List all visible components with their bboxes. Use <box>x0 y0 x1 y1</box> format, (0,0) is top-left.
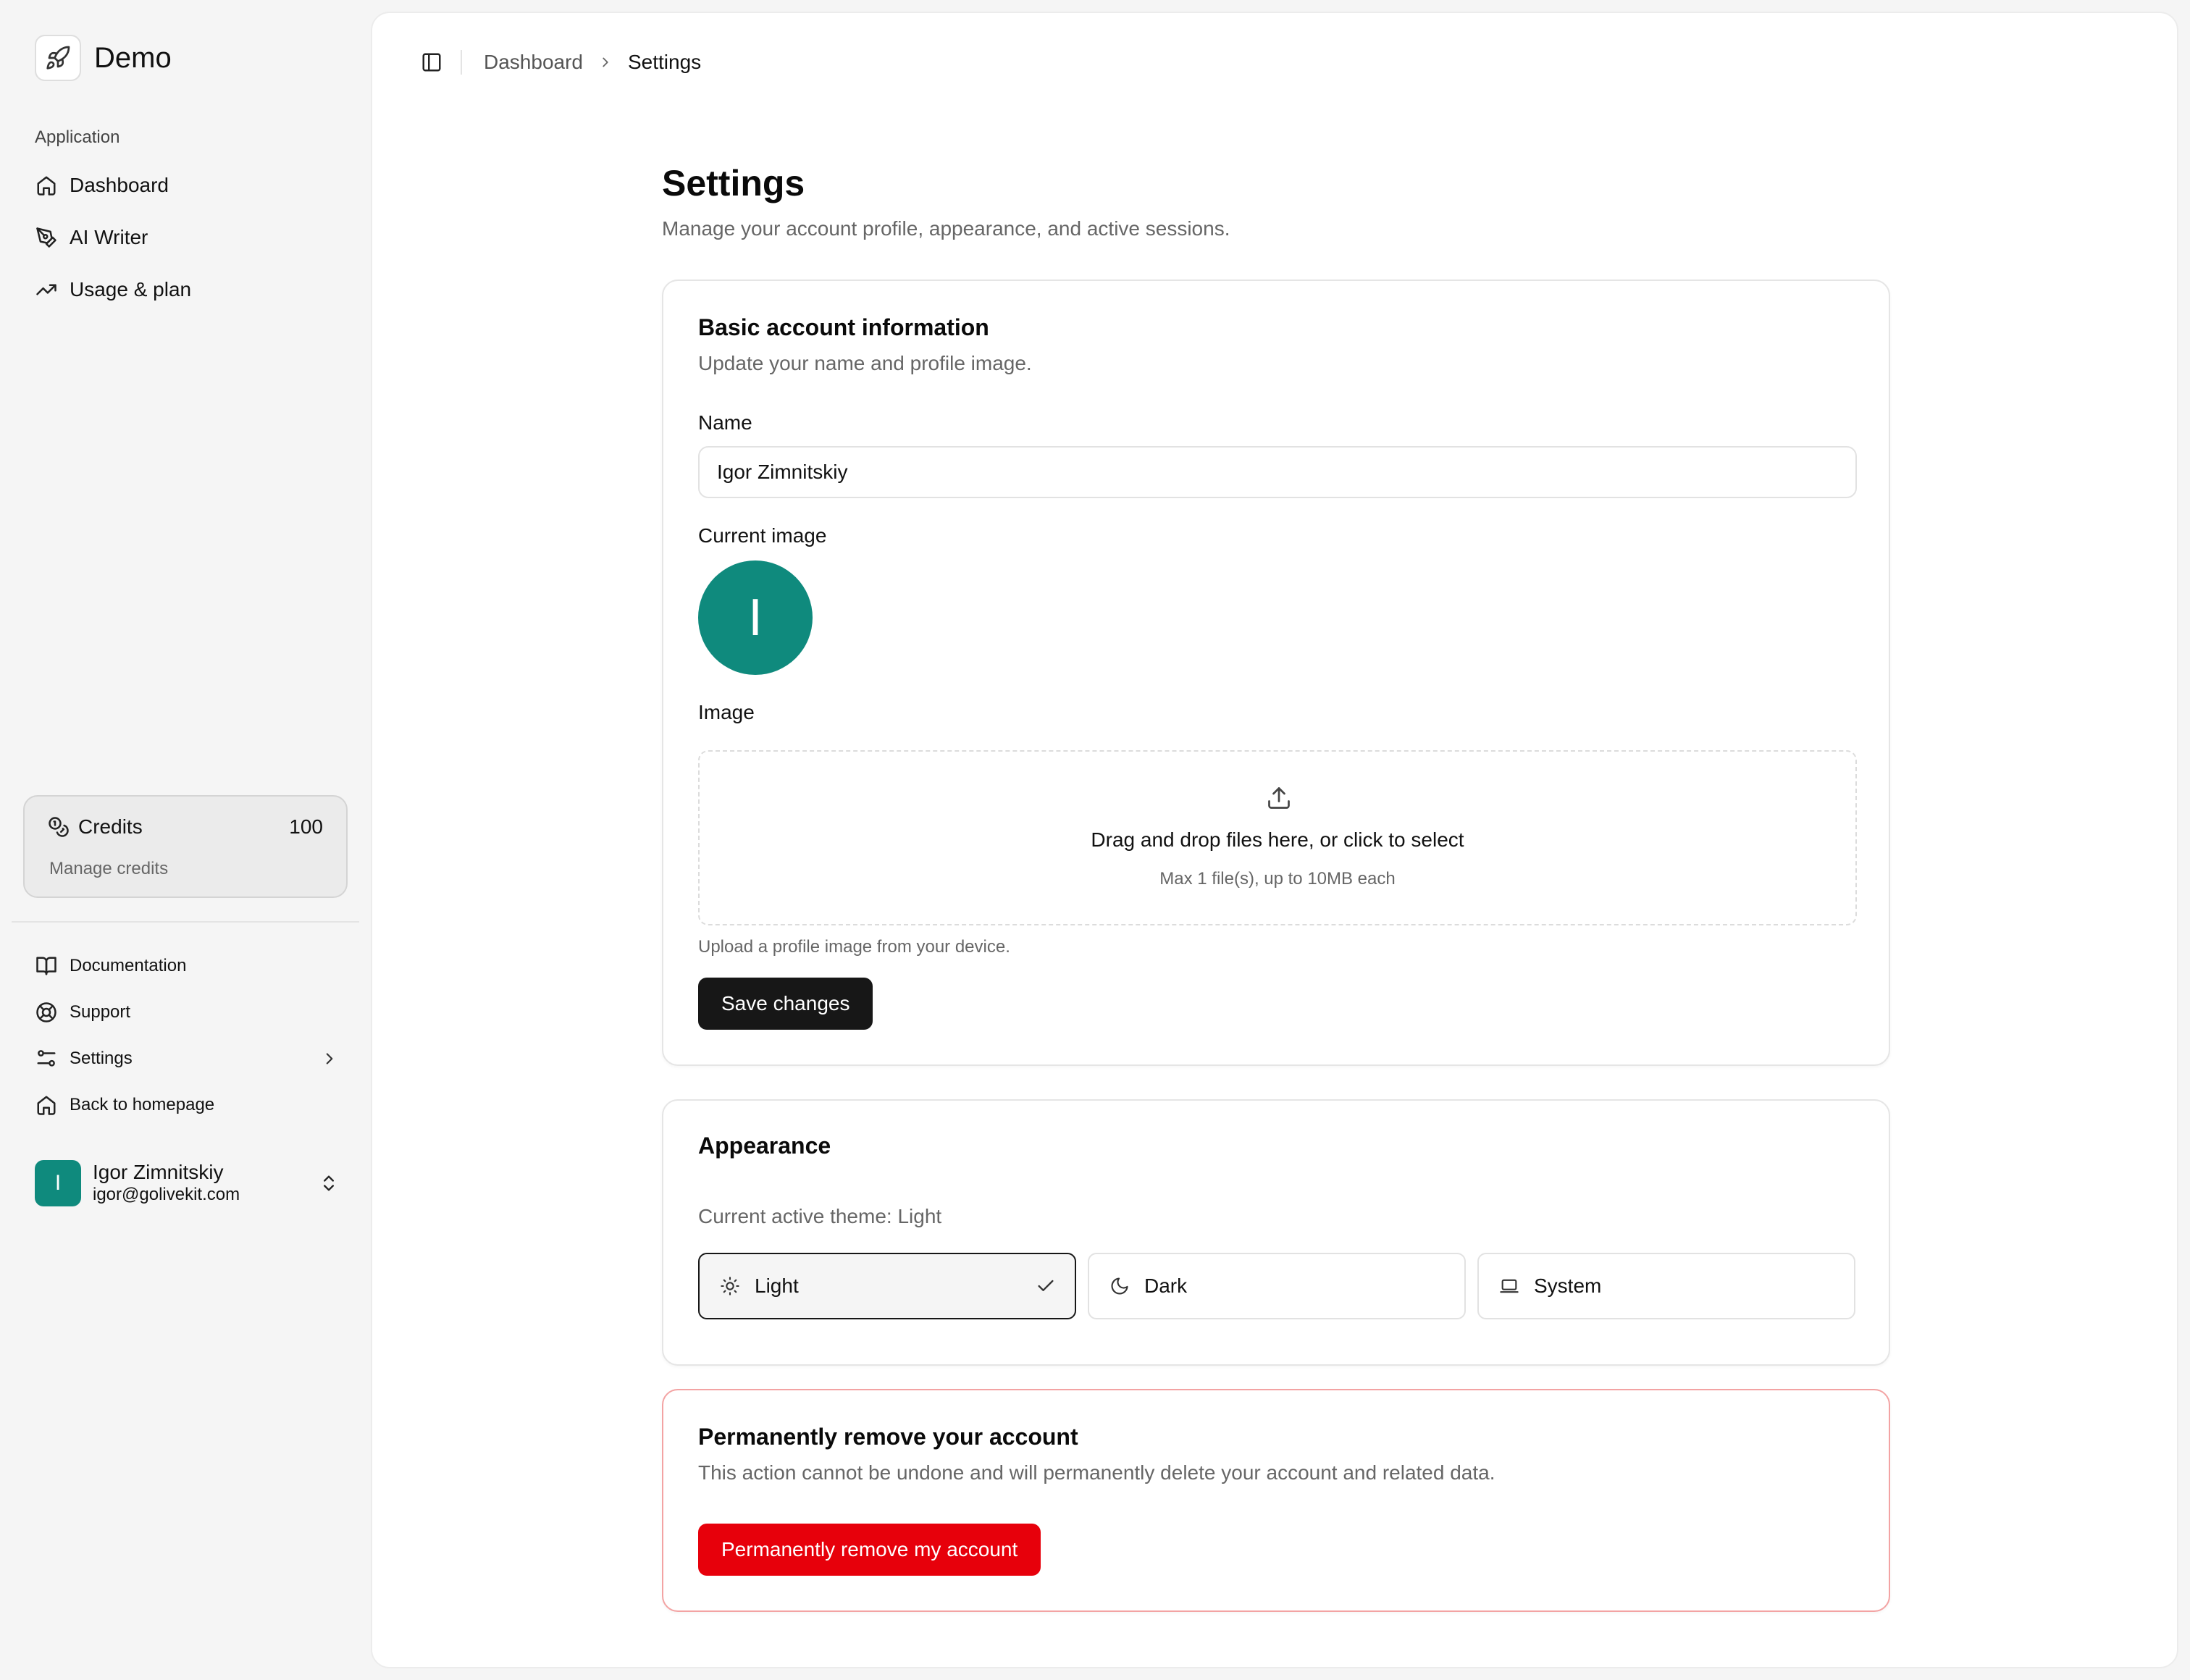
breadcrumb-current: Settings <box>627 51 702 73</box>
breadcrumb: Dashboard Settings <box>484 51 701 74</box>
book-icon <box>35 954 58 978</box>
credits-card[interactable]: Credits 100 Manage credits <box>23 795 348 898</box>
user-name: Igor Zimnitskiy <box>93 1161 224 1184</box>
theme-option-dark[interactable]: Dark <box>1088 1253 1466 1319</box>
settings-sliders-icon <box>35 1047 58 1070</box>
sidebar-item-label: Dashboard <box>70 174 169 196</box>
card-description: This action cannot be undone and will pe… <box>698 1461 1495 1484</box>
appearance-card: Appearance Current active theme: Light L… <box>662 1099 1890 1366</box>
life-buoy-icon <box>35 1001 58 1024</box>
delete-account-button[interactable]: Permanently remove my account <box>698 1524 1041 1576</box>
dropzone-subtext: Max 1 file(s), up to 10MB each <box>1159 869 1396 889</box>
sidebar-item-settings[interactable]: Settings <box>35 1044 339 1073</box>
sidebar-item-documentation[interactable]: Documentation <box>35 952 339 980</box>
theme-option-light[interactable]: Light <box>698 1253 1076 1319</box>
sidebar-item-label: Settings <box>70 1049 133 1068</box>
chevron-right-icon <box>320 1049 339 1068</box>
credits-count: 100 <box>289 815 323 838</box>
page-title: Settings <box>662 163 805 203</box>
sun-icon <box>718 1274 742 1298</box>
credits-label: Credits <box>78 815 143 838</box>
sidebar-toggle-icon[interactable] <box>419 49 445 75</box>
sidebar-item-dashboard[interactable]: Dashboard <box>35 168 169 203</box>
check-icon <box>1036 1276 1056 1296</box>
theme-option-system[interactable]: System <box>1477 1253 1855 1319</box>
sidebar-divider <box>12 921 359 923</box>
chevrons-up-down-icon <box>319 1173 339 1193</box>
name-label: Name <box>698 411 752 434</box>
pen-icon <box>35 226 58 249</box>
theme-option-label: Light <box>755 1274 799 1297</box>
card-title: Appearance <box>698 1133 831 1159</box>
sidebar-item-ai-writer[interactable]: AI Writer <box>35 220 148 255</box>
laptop-icon <box>1498 1274 1521 1298</box>
upload-icon <box>1266 785 1292 811</box>
dropzone-text: Drag and drop files here, or click to se… <box>1091 828 1464 851</box>
delete-account-card: Permanently remove your account This act… <box>662 1389 1890 1612</box>
sidebar-item-label: Support <box>70 1002 131 1022</box>
sidebar-item-back-to-homepage[interactable]: Back to homepage <box>35 1091 339 1120</box>
avatar: I <box>698 560 813 675</box>
sidebar: Demo Application Dashboard AI Writer Usa… <box>0 0 369 1680</box>
theme-option-label: System <box>1534 1274 1602 1297</box>
breadcrumb-dashboard[interactable]: Dashboard <box>484 51 583 74</box>
card-description: Update your name and profile image. <box>698 352 1032 374</box>
card-title: Basic account information <box>698 314 989 340</box>
current-image-label: Current image <box>698 524 827 547</box>
page-subtitle: Manage your account profile, appearance,… <box>662 217 1230 240</box>
topbar: Dashboard Settings <box>419 45 701 80</box>
current-theme-text: Current active theme: Light <box>698 1205 942 1227</box>
image-label: Image <box>698 701 755 723</box>
card-title: Permanently remove your account <box>698 1424 1078 1450</box>
theme-option-label: Dark <box>1144 1274 1188 1297</box>
manage-credits-link[interactable]: Manage credits <box>49 859 168 879</box>
image-dropzone[interactable]: Drag and drop files here, or click to se… <box>698 750 1857 925</box>
coins-icon <box>48 816 70 838</box>
name-input[interactable] <box>698 446 1857 498</box>
app-name: Demo <box>94 41 172 74</box>
avatar: I <box>35 1160 81 1206</box>
sidebar-item-support[interactable]: Support <box>35 998 339 1027</box>
image-helper-text: Upload a profile image from your device. <box>698 937 1010 957</box>
user-email: igor@golivekit.com <box>93 1185 240 1205</box>
sidebar-item-label: AI Writer <box>70 226 148 248</box>
basic-info-card: Basic account information Update your na… <box>662 280 1890 1066</box>
chevron-right-icon <box>597 54 613 70</box>
main-panel: Dashboard Settings Settings Manage your … <box>371 12 2178 1668</box>
brand[interactable]: Demo <box>35 35 172 81</box>
user-menu[interactable]: I Igor Zimnitskiy igor@golivekit.com <box>35 1159 339 1208</box>
nav-group-label: Application <box>35 127 120 147</box>
trending-up-icon <box>35 278 58 301</box>
moon-icon <box>1108 1274 1131 1298</box>
sidebar-item-label: Documentation <box>70 956 187 975</box>
save-changes-button[interactable]: Save changes <box>698 978 873 1030</box>
sidebar-item-label: Usage & plan <box>70 278 192 301</box>
home-icon <box>35 174 58 197</box>
sidebar-item-label: Back to homepage <box>70 1095 215 1114</box>
home-icon <box>35 1093 58 1117</box>
divider <box>461 50 462 75</box>
sidebar-item-usage-plan[interactable]: Usage & plan <box>35 272 191 307</box>
rocket-icon <box>35 35 81 81</box>
